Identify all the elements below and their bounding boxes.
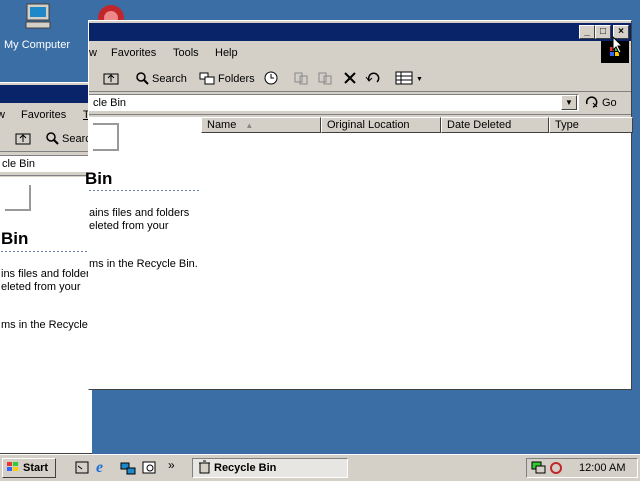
start-button[interactable]: Start [2, 458, 56, 478]
back-menu-favorites[interactable]: Favorites [21, 109, 66, 121]
column-header-type[interactable]: Type [549, 117, 633, 133]
address-bar: cle Bin ▼ Go [89, 92, 631, 115]
panel-desc-2: eleted from your [89, 220, 169, 232]
back-toolbar: Searc [0, 127, 92, 152]
panel-items-text: ms in the Recycle Bin. [89, 258, 198, 270]
back-panel-title: Bin [1, 229, 29, 248]
front-content: Bin ains files and folders eleted from y… [85, 117, 633, 389]
back-window-titlebar[interactable] [0, 85, 92, 103]
folders-button[interactable]: Folders [199, 70, 255, 88]
menu-view[interactable]: w [89, 47, 97, 59]
menu-tools[interactable]: Tools [173, 47, 199, 59]
up-folder-icon [103, 71, 119, 88]
minimize-button[interactable]: _ [579, 25, 595, 39]
recycle-bin-large-icon [93, 123, 119, 151]
start-label: Start [23, 462, 49, 474]
show-desktop-icon [74, 461, 90, 479]
back-address-field[interactable]: cle Bin [0, 155, 92, 172]
my-computer-label: My Computer [4, 39, 71, 51]
front-menubar: w Favorites Tools Help [89, 47, 631, 63]
network-icon [120, 462, 136, 479]
back-menu-view[interactable]: w [0, 109, 5, 121]
delete-button[interactable] [343, 70, 357, 88]
front-toolbar: Search Folders ▼ [89, 67, 631, 92]
front-window-titlebar[interactable]: _ □ × [89, 23, 631, 41]
back-search-label: Searc [62, 133, 91, 145]
views-icon [395, 71, 413, 88]
clock[interactable]: 12:00 AM [579, 462, 625, 474]
quicklaunch-search[interactable] [142, 460, 158, 479]
search-icon [142, 461, 158, 479]
desktop-icon-my-computer[interactable]: My Computer [0, 0, 76, 58]
column-header-date-deleted[interactable]: Date Deleted [441, 117, 549, 133]
address-dropdown-button[interactable]: ▼ [561, 95, 577, 110]
copy-to-icon [317, 71, 333, 88]
menu-favorites[interactable]: Favorites [111, 47, 156, 59]
windows-logo-icon [6, 461, 20, 476]
address-field[interactable]: cle Bin [89, 94, 579, 111]
move-to-icon [293, 71, 309, 88]
mouse-cursor [612, 35, 624, 57]
panel-desc-1: ains files and folders [89, 207, 190, 219]
go-button-label: Go [602, 97, 617, 109]
search-button[interactable]: Search [135, 70, 187, 88]
quicklaunch-network[interactable] [120, 460, 136, 479]
back-panel-divider [1, 251, 93, 252]
recycle-bin-large-icon [5, 185, 31, 211]
move-to-button[interactable] [293, 70, 309, 88]
back-search-button[interactable]: Searc [45, 130, 91, 148]
back-menubar: w Favorites T [0, 109, 92, 125]
recycle-bin-icon [197, 460, 211, 477]
internet-explorer-icon: e [96, 459, 104, 476]
views-button[interactable]: ▼ [395, 70, 423, 88]
undo-icon [365, 71, 381, 88]
quicklaunch-more[interactable]: » [168, 458, 175, 472]
back-up-button[interactable] [15, 130, 31, 148]
quicklaunch-ie[interactable]: e [96, 459, 103, 477]
folders-button-label: Folders [218, 73, 255, 85]
quicklaunch-show-desktop[interactable] [74, 460, 90, 479]
back-panel-desc-2: eleted from your [1, 281, 81, 293]
back-address-bar: cle Bin [0, 153, 92, 176]
menu-help[interactable]: Help [215, 47, 238, 59]
copy-to-button[interactable] [317, 70, 333, 88]
up-folder-icon [15, 131, 31, 148]
back-content: Bin ins files and folders eleted from yo… [0, 177, 98, 453]
system-tray: 12:00 AM [526, 458, 638, 478]
back-panel-items-text: ms in the Recycle B [1, 319, 99, 331]
panel-title: Bin [85, 169, 113, 188]
network-tray-icon[interactable] [531, 461, 547, 478]
file-list[interactable]: Name ▲ Original Location Date Deleted Ty… [201, 117, 633, 389]
maximize-button[interactable]: □ [595, 25, 611, 39]
search-button-label: Search [152, 73, 187, 85]
folders-icon [199, 71, 215, 88]
delete-icon [343, 71, 357, 88]
go-arrow-icon [585, 95, 599, 112]
column-header-name[interactable]: Name ▲ [201, 117, 321, 133]
security-tray-icon[interactable] [549, 461, 563, 478]
task-recycle-bin[interactable]: Recycle Bin [192, 458, 348, 478]
history-icon [263, 70, 279, 89]
taskbar: Start e » Recycle Bin 12:00 AM [0, 454, 640, 481]
search-icon [135, 71, 149, 88]
go-button[interactable]: Go [585, 94, 617, 112]
front-window: _ □ × w Favorites Tools Help Search Fold… [85, 20, 633, 390]
sort-ascending-icon: ▲ [245, 121, 254, 130]
column-header-original-location[interactable]: Original Location [321, 117, 441, 133]
desktop-app-icon[interactable] [96, 2, 126, 31]
undo-button[interactable] [365, 70, 381, 88]
back-window: w Favorites T Searc cle Bin Bin ins file… [0, 82, 98, 454]
up-button[interactable] [103, 70, 119, 88]
back-panel-desc-1: ins files and folders [1, 268, 96, 280]
task-recycle-bin-label: Recycle Bin [214, 462, 277, 474]
history-button[interactable] [263, 70, 279, 88]
search-icon [45, 131, 59, 148]
chevron-down-icon: ▼ [416, 75, 423, 83]
panel-divider [89, 190, 199, 191]
computer-icon [24, 3, 52, 29]
